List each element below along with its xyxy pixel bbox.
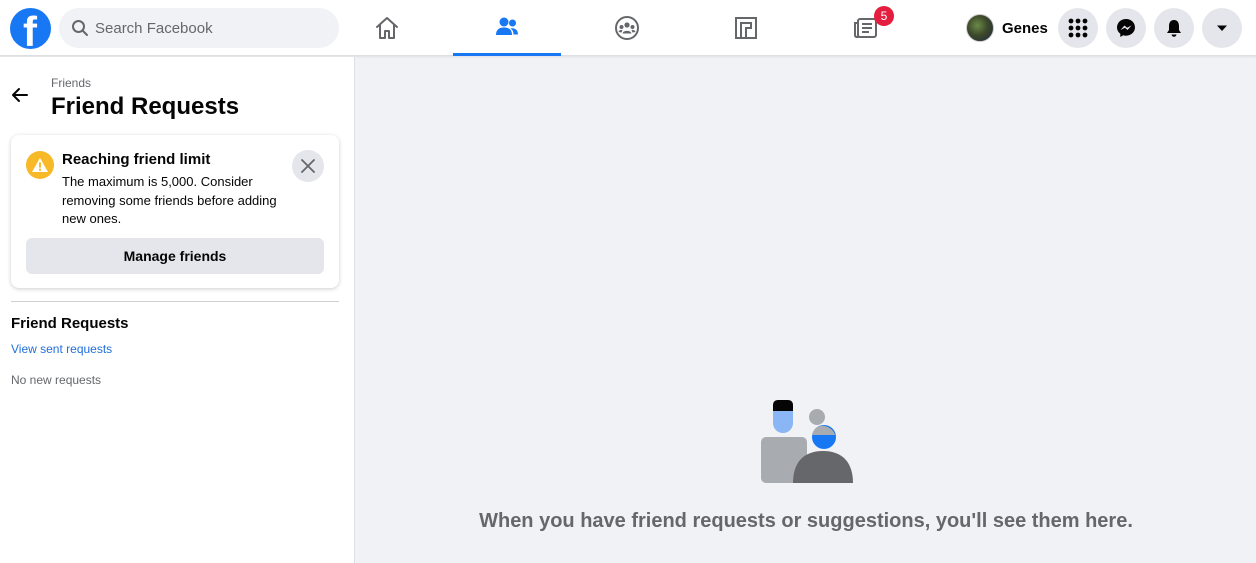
alert-body: The maximum is 5,000. Consider removing … bbox=[62, 174, 277, 226]
groups-icon bbox=[615, 16, 639, 40]
divider bbox=[11, 301, 339, 302]
warning-icon bbox=[26, 151, 54, 179]
search-input[interactable] bbox=[95, 8, 325, 48]
nav-tab-groups[interactable] bbox=[573, 0, 681, 56]
top-navigation-bar: f Search Facebook 5 Genes bbox=[0, 0, 1256, 56]
notifications-bell-icon bbox=[1167, 20, 1181, 37]
manage-friends-button[interactable]: Manage friends bbox=[26, 238, 324, 274]
messenger-icon bbox=[1117, 19, 1135, 37]
friend-limit-alert: Reaching friend limit The maximum is 5,0… bbox=[11, 135, 339, 288]
avatar bbox=[966, 14, 994, 42]
menu-button[interactable] bbox=[1058, 8, 1098, 48]
section-title: Friend Requests bbox=[11, 315, 129, 332]
back-button[interactable] bbox=[6, 81, 34, 109]
messenger-button[interactable] bbox=[1106, 8, 1146, 48]
main-content: When you have friend requests or suggest… bbox=[356, 57, 1256, 563]
notification-badge: 5 bbox=[874, 6, 894, 26]
nav-tab-home[interactable] bbox=[333, 0, 441, 56]
menu-grid-icon bbox=[1068, 18, 1088, 38]
search-icon bbox=[72, 20, 88, 36]
nav-tab-friends[interactable] bbox=[453, 0, 561, 56]
empty-state-message: When you have friend requests or suggest… bbox=[479, 510, 1133, 532]
left-sidebar: Friends Friend Requests Reaching friend … bbox=[0, 57, 355, 563]
facebook-logo[interactable]: f bbox=[10, 8, 51, 49]
close-alert-button[interactable] bbox=[292, 150, 324, 182]
profile-name: Genes bbox=[1002, 19, 1048, 37]
nav-tab-news[interactable]: 5 bbox=[812, 0, 920, 56]
gaming-icon bbox=[735, 17, 757, 39]
notifications-button[interactable] bbox=[1154, 8, 1194, 48]
profile-chip[interactable]: Genes bbox=[962, 10, 1056, 46]
nav-tab-gaming[interactable] bbox=[692, 0, 800, 56]
no-requests-text: No new requests bbox=[11, 373, 102, 387]
account-caret-icon bbox=[1217, 25, 1227, 31]
friends-icon bbox=[496, 17, 518, 35]
home-icon bbox=[376, 17, 398, 39]
page-title: Friend Requests bbox=[51, 93, 240, 120]
close-icon bbox=[301, 159, 315, 173]
account-button[interactable] bbox=[1202, 8, 1242, 48]
breadcrumb[interactable]: Friends bbox=[51, 76, 91, 90]
friends-empty-illustration-icon bbox=[761, 400, 853, 483]
view-sent-requests-link[interactable]: View sent requests bbox=[11, 342, 112, 356]
alert-title: Reaching friend limit bbox=[62, 151, 211, 168]
facebook-logo-letter: f bbox=[23, 8, 37, 50]
back-arrow-icon bbox=[12, 88, 28, 102]
search-box[interactable] bbox=[59, 8, 339, 48]
